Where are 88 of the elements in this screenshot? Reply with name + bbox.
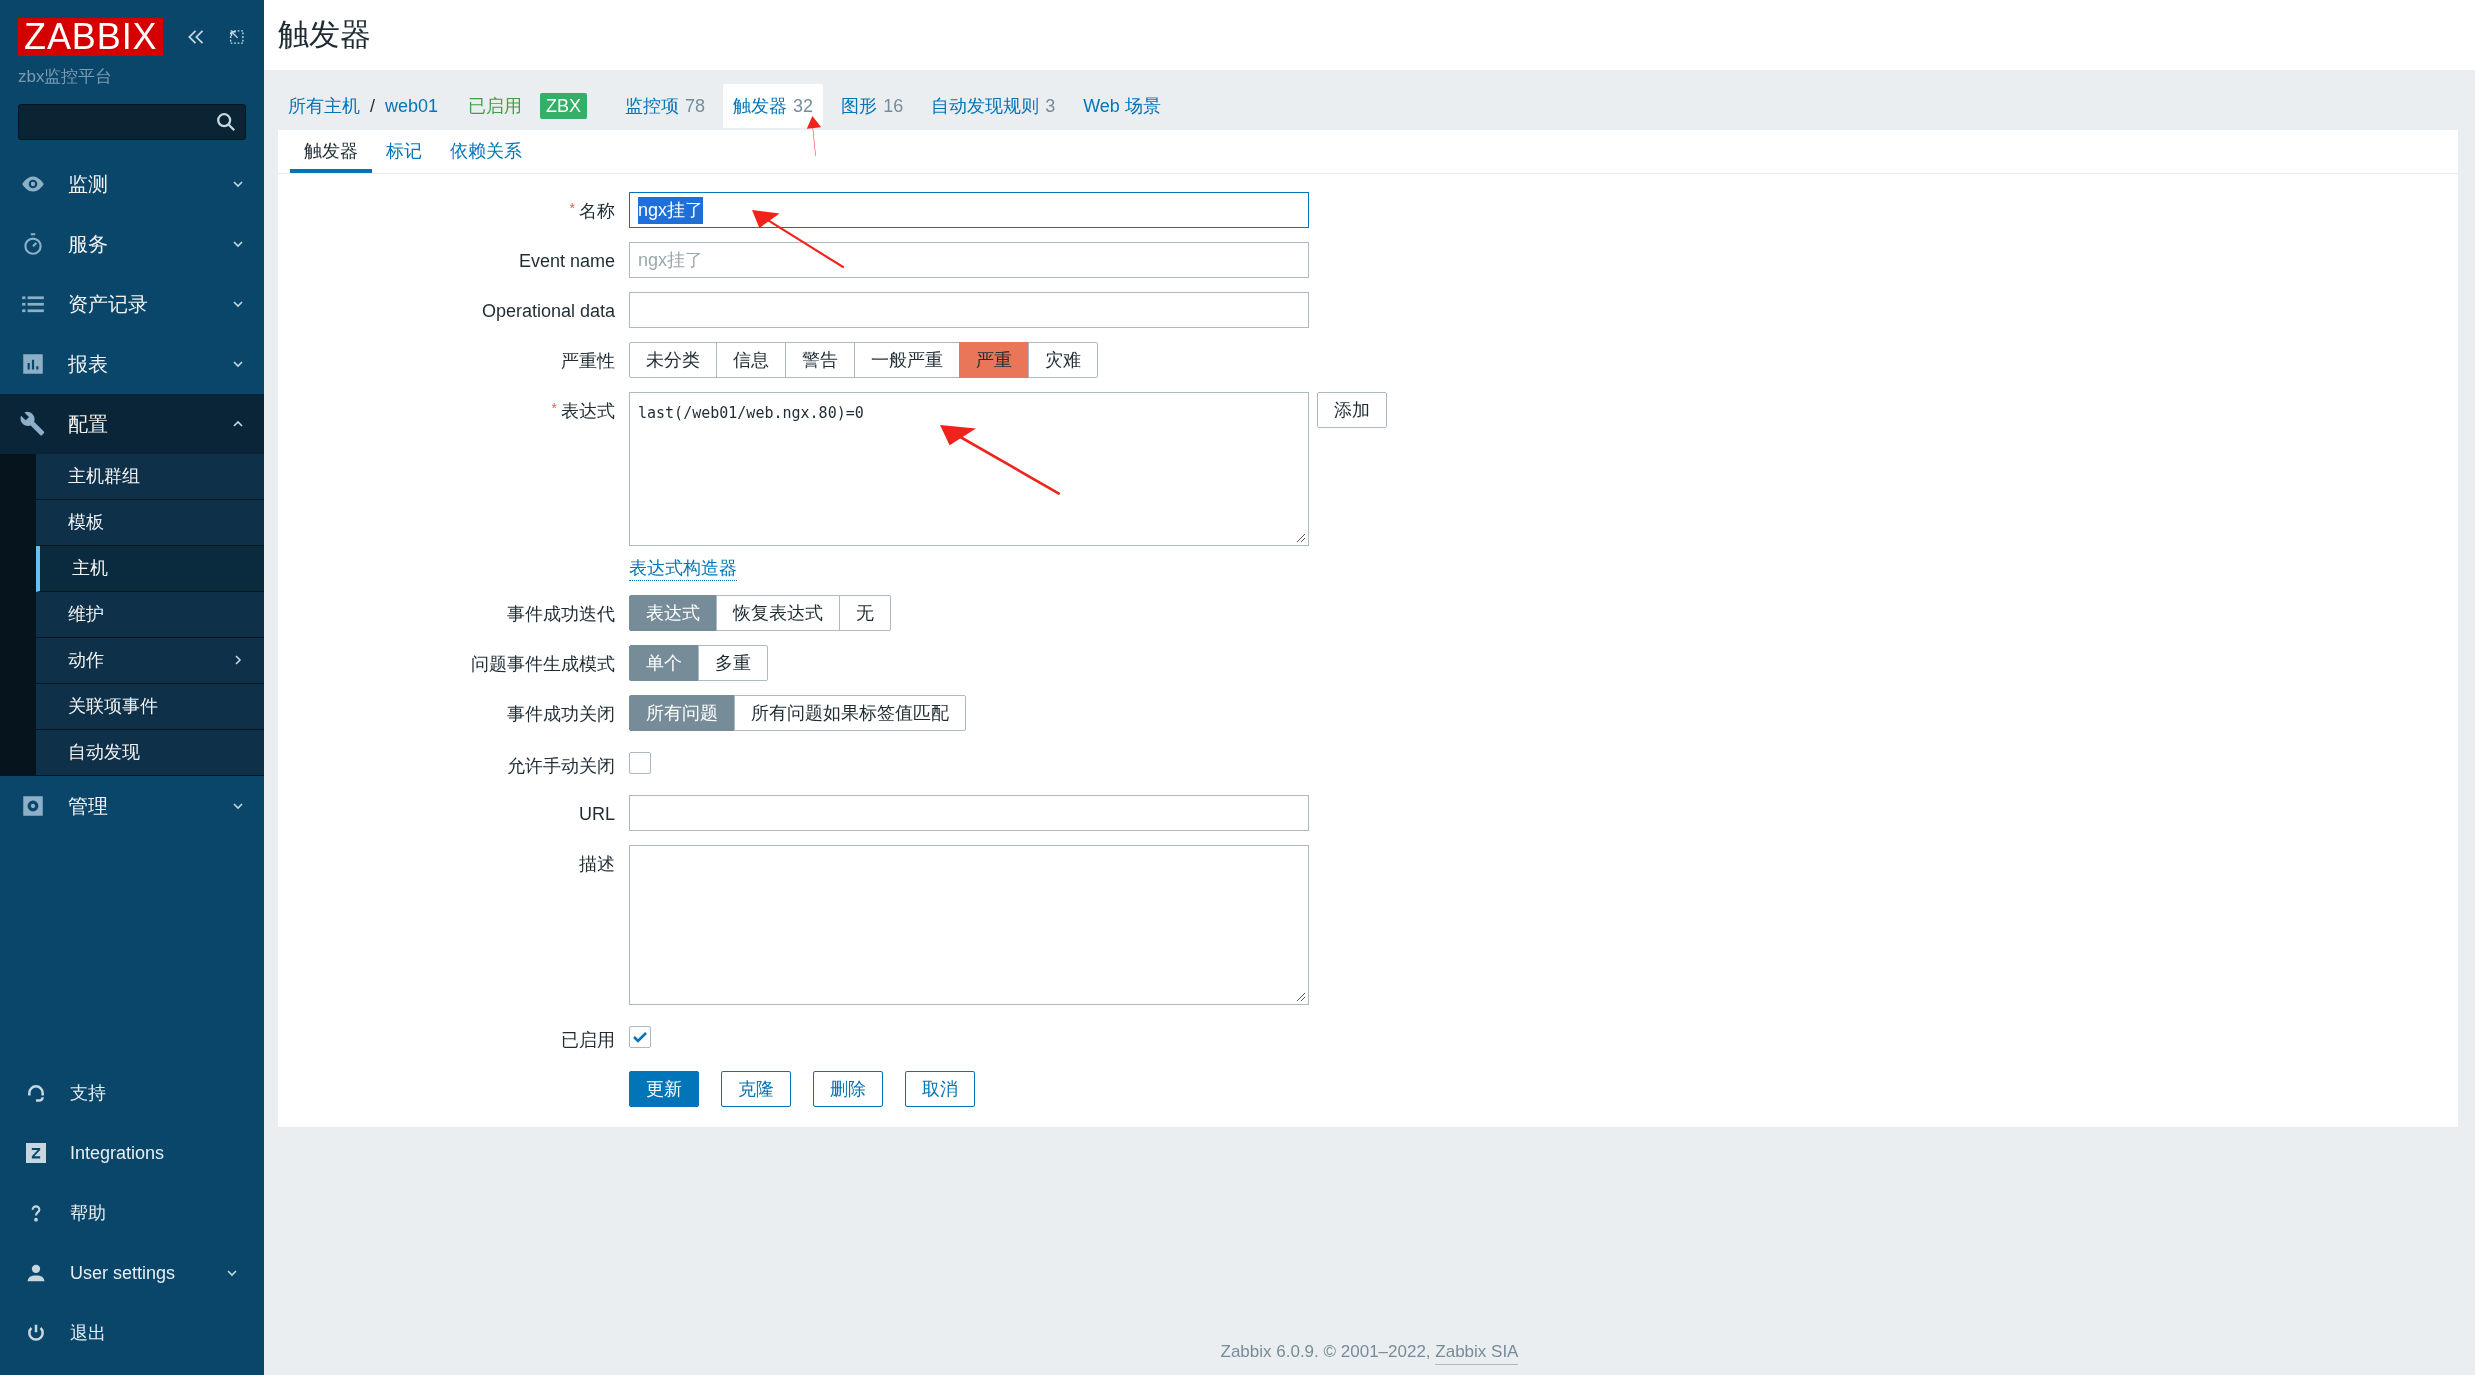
- form-tab[interactable]: 依赖关系: [436, 130, 536, 173]
- field-label: 允许手动关闭: [507, 754, 615, 778]
- input-field[interactable]: ngx挂了: [629, 192, 1309, 228]
- segment-option[interactable]: 无: [839, 595, 891, 631]
- breadcrumb-link[interactable]: 所有主机: [288, 92, 360, 120]
- field-label: 事件成功关闭: [507, 703, 615, 726]
- page-title: 触发器: [278, 15, 371, 54]
- wrench-icon: [20, 410, 46, 437]
- annotation-arrow: [806, 116, 822, 156]
- form-button[interactable]: 取消: [905, 1071, 975, 1107]
- field-label: 已启用: [561, 1028, 615, 1052]
- menu-item[interactable]: 配置: [0, 393, 264, 454]
- segment-option[interactable]: 多重: [698, 645, 768, 681]
- segment-option[interactable]: 严重: [959, 342, 1029, 378]
- field-label: 表达式: [561, 400, 615, 423]
- expression-textarea[interactable]: last(/web01/web.ngx.80)=0: [629, 392, 1309, 546]
- host-tab[interactable]: 图形 16: [831, 84, 914, 128]
- submenu-item[interactable]: 关联项事件: [36, 683, 264, 730]
- field-label: 严重性: [561, 350, 615, 373]
- zabbix-logo[interactable]: ZABBIX: [18, 18, 164, 56]
- menu-item[interactable]: 帮助: [0, 1183, 264, 1243]
- submenu-item[interactable]: 主机: [36, 545, 264, 592]
- form-button[interactable]: 更新: [629, 1071, 699, 1107]
- required-asterisk: *: [551, 399, 557, 418]
- segment-option[interactable]: 信息: [716, 342, 786, 378]
- z-logo-icon: [26, 1143, 46, 1163]
- headset-icon: [26, 1083, 46, 1103]
- description-textarea[interactable]: [629, 845, 1309, 1005]
- menu-item[interactable]: 管理: [0, 775, 264, 836]
- user-icon: [26, 1263, 46, 1283]
- field-label: 问题事件生成模式: [471, 653, 615, 676]
- submenu-item[interactable]: 主机群组: [36, 453, 264, 500]
- menu-item[interactable]: User settings: [0, 1243, 264, 1303]
- segment-option[interactable]: 恢复表达式: [716, 595, 840, 631]
- kiosk-mode-icon[interactable]: [228, 27, 246, 47]
- input-field[interactable]: [629, 292, 1309, 328]
- zbx-badge: ZBX: [540, 93, 588, 119]
- search-icon[interactable]: [215, 110, 237, 133]
- chevron-down-icon: [226, 1267, 238, 1279]
- menu-item[interactable]: 资产记录: [0, 273, 264, 334]
- menu-item[interactable]: 服务: [0, 213, 264, 274]
- field-label: Operational data: [481, 300, 615, 323]
- form-button[interactable]: 删除: [813, 1071, 883, 1107]
- expression-builder-link[interactable]: 表达式构造器: [629, 556, 737, 581]
- placeholder-text: ngx挂了: [638, 248, 704, 272]
- form-button[interactable]: 克隆: [721, 1071, 791, 1107]
- segment-option[interactable]: 灾难: [1028, 342, 1098, 378]
- submenu-item[interactable]: 自动发现: [36, 729, 264, 776]
- segment-option[interactable]: 所有问题如果标签值匹配: [734, 695, 966, 731]
- search-field[interactable]: [18, 103, 246, 140]
- add-button[interactable]: 添加: [1317, 392, 1387, 428]
- menu-item[interactable]: Integrations: [0, 1123, 264, 1183]
- checkmark-icon: [632, 1029, 648, 1045]
- submenu-item[interactable]: 模板: [36, 499, 264, 546]
- host-tab[interactable]: 触发器 32: [723, 84, 824, 128]
- submenu-item[interactable]: 维护: [36, 591, 264, 638]
- chevron-right-icon: [232, 654, 244, 666]
- menu-item[interactable]: 支持: [0, 1063, 264, 1123]
- field-label: 事件成功迭代: [507, 603, 615, 626]
- resize-handle-icon: [1296, 533, 1306, 543]
- form-tab[interactable]: 标记: [372, 130, 436, 173]
- required-asterisk: *: [569, 199, 575, 218]
- expression-value: last(/web01/web.ngx.80)=0: [638, 404, 864, 422]
- breadcrumb-separator: /: [370, 94, 375, 118]
- submenu-item[interactable]: 动作: [36, 637, 264, 684]
- footer-text: Zabbix 6.0.9. © 2001–2022,: [1220, 1340, 1432, 1363]
- power-icon: [26, 1323, 46, 1343]
- segment-option[interactable]: 一般严重: [854, 342, 960, 378]
- field-label: 名称: [579, 200, 615, 223]
- subtitle: zbx监控平台: [17, 66, 114, 88]
- menu-item[interactable]: 退出: [0, 1303, 264, 1363]
- checkbox[interactable]: [629, 1026, 651, 1048]
- host-tab[interactable]: 自动发现规则 3: [921, 84, 1066, 128]
- form-tab[interactable]: 触发器: [290, 130, 372, 173]
- host-tab[interactable]: Web 场景: [1073, 84, 1171, 128]
- field-label: URL: [579, 803, 615, 826]
- checkbox[interactable]: [629, 752, 651, 774]
- field-label: 描述: [579, 853, 615, 876]
- field-value: ngx挂了: [638, 196, 704, 224]
- input-field[interactable]: [629, 795, 1309, 831]
- resize-handle-icon: [1296, 992, 1306, 1002]
- host-tab[interactable]: 监控项 78: [615, 84, 716, 128]
- menu-item[interactable]: 报表: [0, 333, 264, 394]
- menu-item[interactable]: 监测: [0, 153, 264, 214]
- segment-option[interactable]: 未分类: [629, 342, 717, 378]
- breadcrumb-link[interactable]: web01: [385, 92, 439, 120]
- segment-option[interactable]: 警告: [785, 342, 855, 378]
- field-label: Event name: [518, 250, 615, 273]
